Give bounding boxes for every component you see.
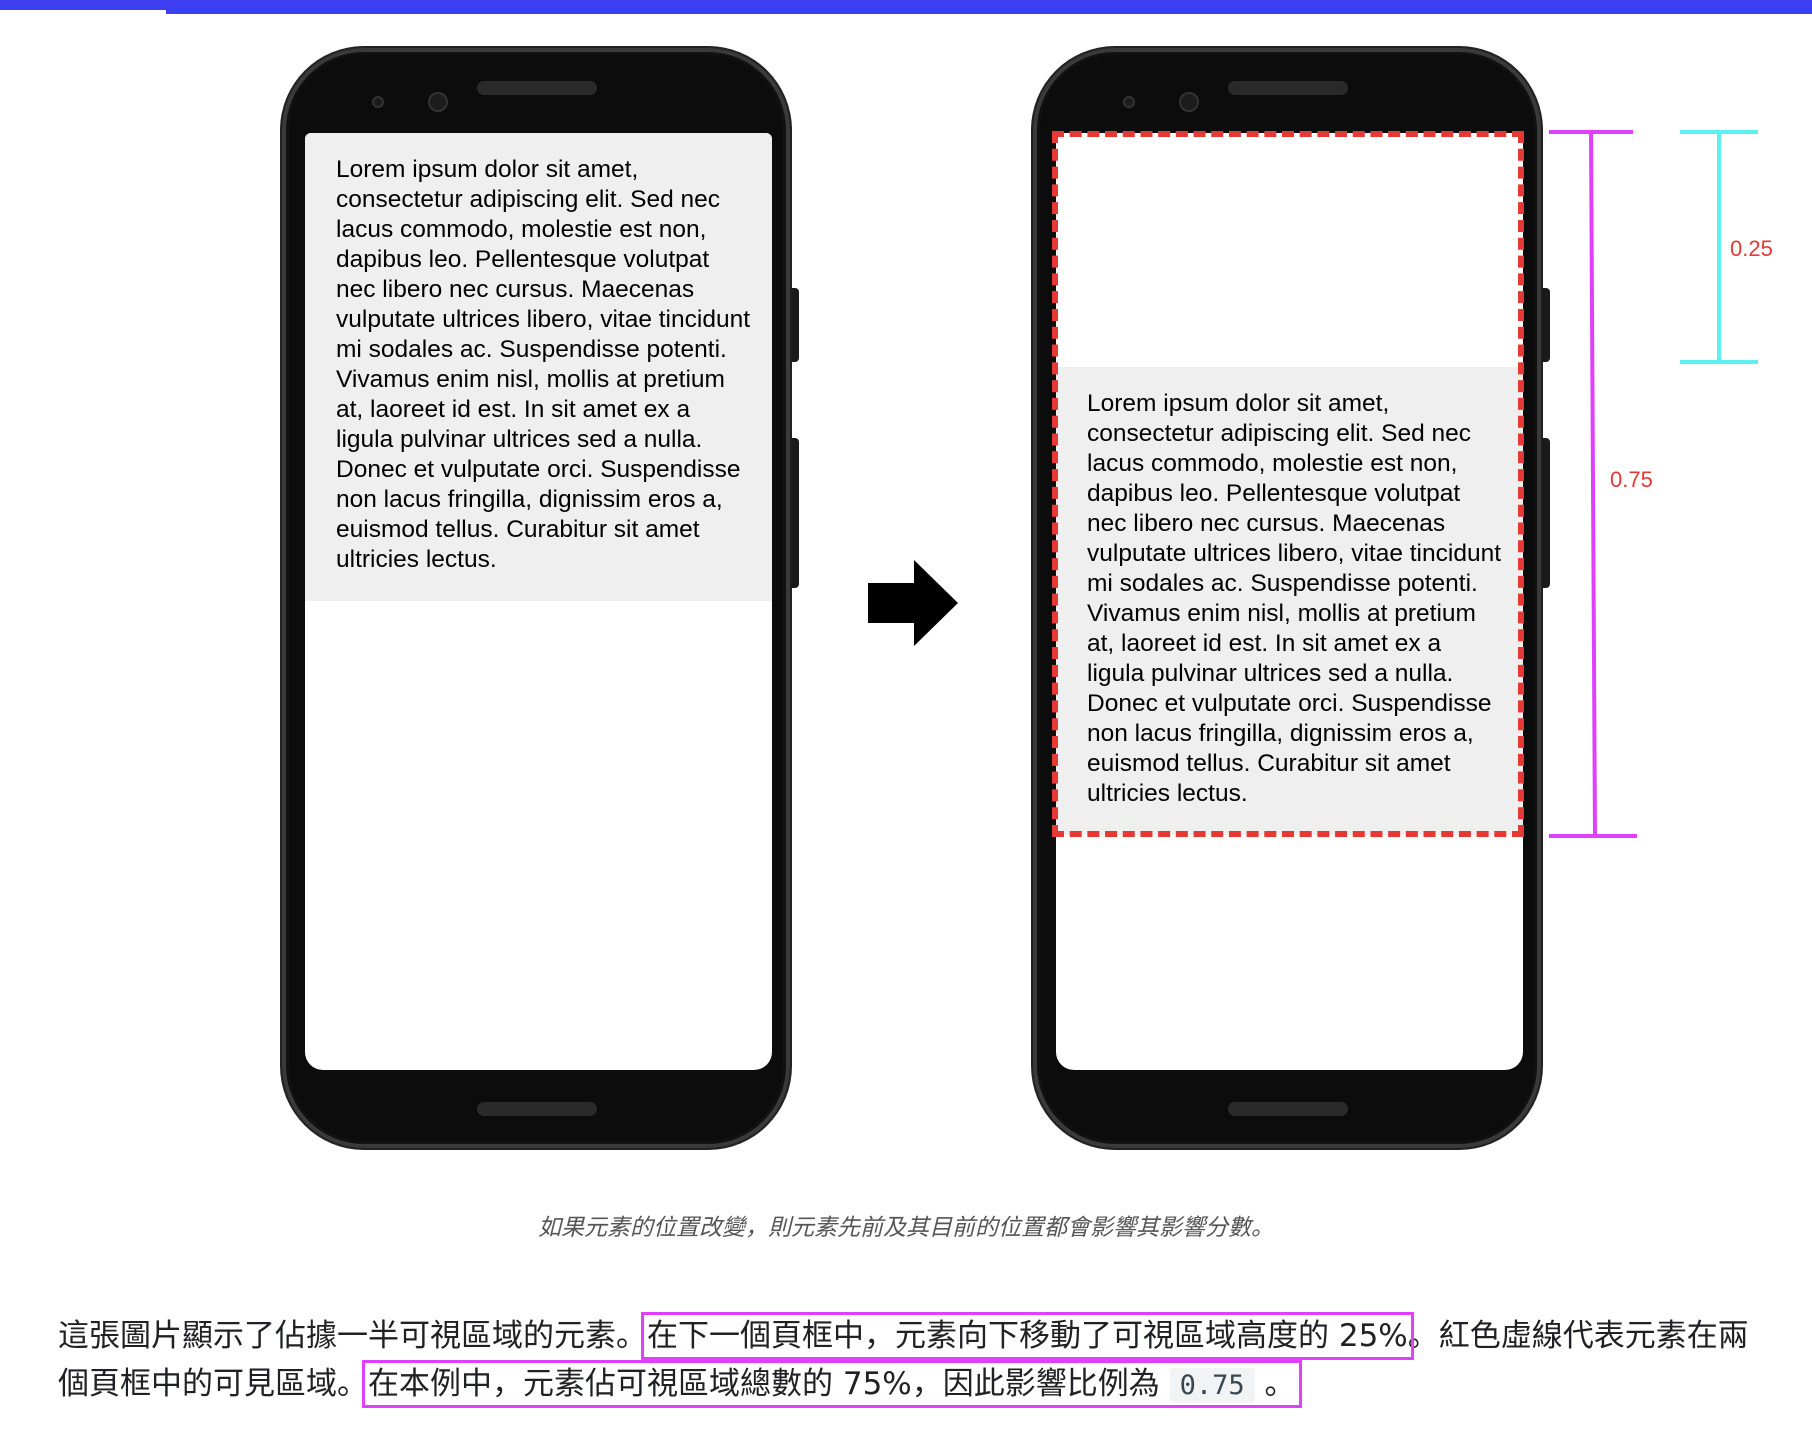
impact-region-outline bbox=[1052, 131, 1524, 837]
phone-speaker bbox=[477, 81, 597, 95]
move-fraction-label: 0.25 bbox=[1730, 236, 1773, 261]
phone-sensor bbox=[1123, 96, 1135, 108]
figure-caption: 如果元素的位置改變，則元素先前及其目前的位置都會影響其影響分數。 bbox=[538, 1215, 1274, 1241]
paragraph-intro: 這張圖片顯示了佔據一半可視區域的元素。 bbox=[58, 1318, 647, 1354]
impact-fraction-label: 0.75 bbox=[1610, 467, 1653, 492]
phone-camera bbox=[428, 92, 448, 112]
phone-power-button bbox=[791, 288, 799, 362]
phone-screen-before: Lorem ipsum dolor sit amet, consectetur … bbox=[305, 133, 772, 1070]
highlight-impact-fraction: 在本例中，元素佔可視區域總數的 75%，因此影響比例為 0.75 。 bbox=[362, 1360, 1302, 1408]
impact-fraction-code: 0.75 bbox=[1169, 1368, 1255, 1403]
phone-volume-button bbox=[791, 438, 799, 588]
phone-before: Lorem ipsum dolor sit amet, consectetur … bbox=[282, 48, 799, 1148]
phone-home-bar bbox=[1228, 1102, 1348, 1116]
highlight-impact-end: 。 bbox=[1254, 1366, 1296, 1402]
right-arrow-icon bbox=[868, 560, 958, 646]
phone-sensor bbox=[372, 96, 384, 108]
explanation-paragraph: 這張圖片顯示了佔據一半可視區域的元素。在下一個頁框中，元素向下移動了可視區域高度… bbox=[58, 1312, 1778, 1410]
content-element-before: Lorem ipsum dolor sit amet, consectetur … bbox=[305, 133, 772, 601]
phone-speaker bbox=[1228, 81, 1348, 95]
highlight-move-distance: 在下一個頁框中，元素向下移動了可視區域高度的 25% bbox=[641, 1312, 1414, 1360]
highlight-impact-text: 在本例中，元素佔可視區域總數的 75%，因此影響比例為 bbox=[368, 1366, 1170, 1402]
phone-camera bbox=[1179, 92, 1199, 112]
lorem-text-before: Lorem ipsum dolor sit amet, consectetur … bbox=[336, 156, 750, 573]
layout-shift-figure: Lorem ipsum dolor sit amet, consectetur … bbox=[0, 0, 1812, 1241]
phone-home-bar bbox=[477, 1102, 597, 1116]
